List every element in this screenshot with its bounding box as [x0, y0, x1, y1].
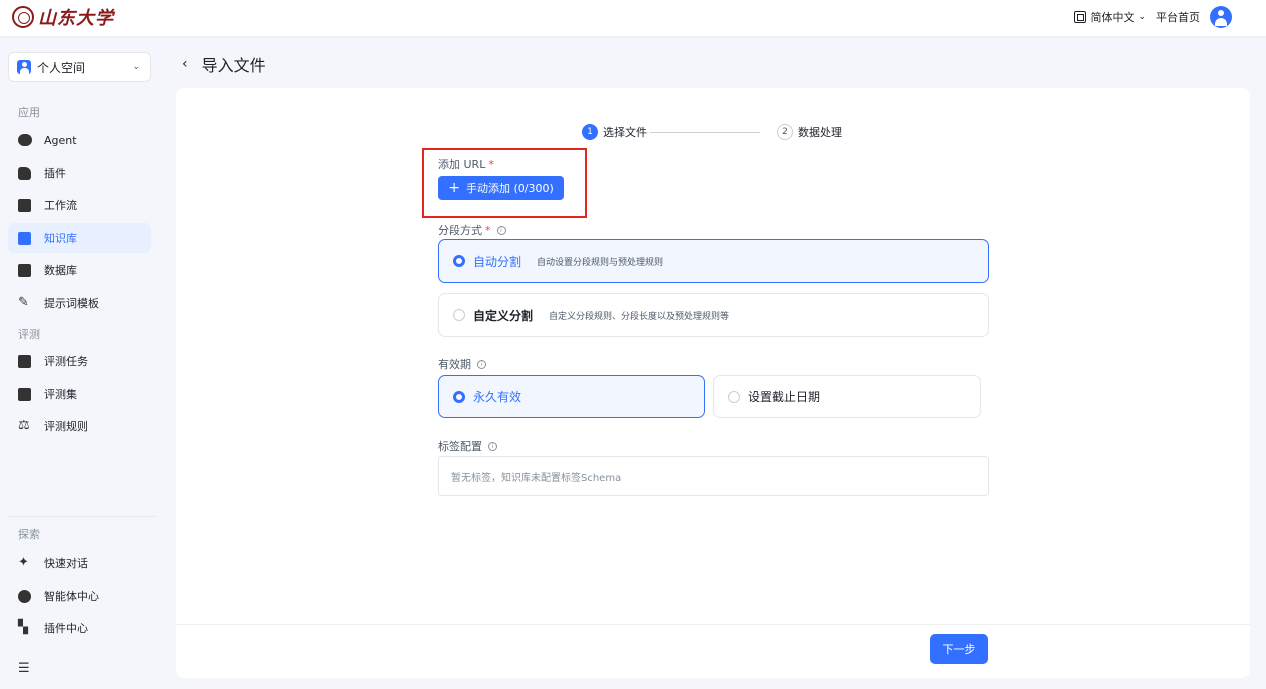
- tag-placeholder: 暂无标签，知识库未配置标签Schema: [451, 472, 622, 484]
- info-icon[interactable]: i: [488, 441, 497, 451]
- top-header: 山东大学 简体中文 ⌄ 平台首页: [0, 0, 1266, 36]
- workflow-icon: [18, 198, 32, 212]
- plugin-hub-icon: ▚: [18, 620, 28, 635]
- step-label: 数据处理: [798, 126, 842, 139]
- sidebar-item-label: Agent: [44, 133, 77, 147]
- tag-config-field: 暂无标签，知识库未配置标签Schema: [438, 456, 989, 496]
- space-selector[interactable]: 个人空间 ⌄: [8, 52, 151, 82]
- sidebar-item-eval-rules[interactable]: ⚖ 评测规则: [8, 411, 151, 441]
- sidebar-divider: [8, 516, 155, 517]
- puzzle-icon: [18, 166, 32, 180]
- option-title: 自动分割: [473, 254, 522, 269]
- header-actions: 简体中文 ⌄ 平台首页: [1074, 6, 1232, 28]
- sidebar-item-eval-sets[interactable]: 评测集: [8, 379, 151, 409]
- sidebar-item-database[interactable]: 数据库: [8, 255, 151, 285]
- bookmark-icon: [18, 231, 32, 245]
- radio-selected-icon: [453, 390, 465, 403]
- sidebar-item-label: 评测规则: [44, 420, 88, 433]
- next-step-button[interactable]: 下一步: [930, 634, 988, 664]
- sidebar-item-plugin-hub[interactable]: ▚ 插件中心: [8, 613, 151, 643]
- task-icon: [18, 354, 32, 368]
- back-icon[interactable]: ‹: [182, 56, 188, 72]
- sidebar-item-plugins[interactable]: 插件: [8, 158, 151, 188]
- radio-unselected-icon: [453, 309, 465, 321]
- sidebar-item-prompt-templates[interactable]: ✎ 提示词模板: [8, 288, 151, 318]
- validity-label: 有效期 i: [438, 356, 486, 372]
- tag-config-label: 标签配置 i: [438, 438, 497, 454]
- section-title-explore: 探索: [18, 528, 40, 541]
- sidebar-item-label: 评测任务: [44, 355, 88, 368]
- chevron-down-icon: ⌄: [1138, 12, 1146, 22]
- sidebar-item-label: 插件中心: [44, 622, 88, 635]
- step-connector: [650, 132, 760, 133]
- radio-selected-icon: [453, 255, 465, 267]
- step-label: 选择文件: [603, 126, 647, 139]
- language-label: 简体中文: [1090, 11, 1135, 24]
- validity-option-deadline[interactable]: 设置截止日期: [713, 375, 981, 418]
- info-icon[interactable]: i: [477, 359, 486, 369]
- step-number: 1: [582, 124, 598, 140]
- space-label: 个人空间: [37, 60, 86, 75]
- sidebar-item-label: 知识库: [44, 232, 77, 245]
- import-form-card: 1 选择文件 2 数据处理 添加 URL * + 手动添加 (0/300) 分段方…: [176, 88, 1250, 678]
- language-selector[interactable]: 简体中文 ⌄: [1074, 9, 1146, 25]
- page-header: ‹ 导入文件: [182, 52, 266, 76]
- seal-icon: [12, 6, 34, 28]
- sidebar-item-eval-tasks[interactable]: 评测任务: [8, 346, 151, 376]
- language-icon: [1074, 11, 1087, 23]
- option-title: 自定义分割: [473, 308, 534, 323]
- segment-label: 分段方式 * i: [438, 222, 506, 238]
- robot-icon: [18, 133, 32, 147]
- scale-icon: ⚖: [18, 418, 30, 433]
- sidebar-item-agent-hub[interactable]: 智能体中心: [8, 581, 151, 611]
- collapse-sidebar-button[interactable]: ☰: [8, 654, 151, 684]
- footer-divider: [176, 624, 1250, 625]
- sidebar-item-label: 提示词模板: [44, 297, 99, 310]
- required-mark: *: [485, 223, 491, 237]
- dataset-icon: [18, 387, 32, 401]
- segment-option-custom[interactable]: 自定义分割 自定义分段规则、分段长度以及预处理规则等: [438, 293, 989, 337]
- sidebar-item-label: 数据库: [44, 264, 77, 277]
- radio-unselected-icon: [728, 390, 740, 403]
- option-title: 永久有效: [473, 390, 522, 404]
- magic-wand-icon: ✎: [18, 295, 29, 310]
- space-avatar-icon: [17, 60, 31, 74]
- sidebar-item-label: 智能体中心: [44, 590, 99, 603]
- sidebar: 个人空间 ⌄ 应用 Agent 插件 工作流 知识库 数据库 ✎ 提示词模板 评…: [0, 36, 160, 689]
- page-title: 导入文件: [201, 56, 266, 75]
- info-icon[interactable]: i: [496, 225, 506, 235]
- option-description: 自动设置分段规则与预处理规则: [537, 257, 664, 268]
- section-title-apps: 应用: [18, 106, 40, 119]
- logo-text: 山东大学: [38, 8, 114, 29]
- user-avatar[interactable]: [1210, 6, 1232, 28]
- highlight-box: [422, 148, 587, 218]
- sparkle-icon: ✦: [18, 555, 29, 570]
- segment-option-auto[interactable]: 自动分割 自动设置分段规则与预处理规则: [438, 239, 989, 283]
- agent-hub-icon: [18, 589, 32, 603]
- sidebar-item-workflow[interactable]: 工作流: [8, 190, 151, 220]
- home-link[interactable]: 平台首页: [1156, 9, 1200, 25]
- step-1: 1 选择文件: [582, 124, 647, 140]
- collapse-menu-icon: ☰: [18, 661, 30, 676]
- sidebar-item-label: 插件: [44, 167, 66, 180]
- section-title-eval: 评测: [18, 328, 40, 341]
- validity-option-permanent[interactable]: 永久有效: [438, 375, 705, 418]
- step-2: 2 数据处理: [777, 124, 842, 140]
- sidebar-item-agent[interactable]: Agent: [8, 125, 151, 155]
- database-icon: [18, 263, 32, 277]
- sidebar-item-label: 工作流: [44, 199, 77, 212]
- option-description: 自定义分段规则、分段长度以及预处理规则等: [549, 311, 730, 322]
- step-number: 2: [777, 124, 793, 140]
- university-logo[interactable]: 山东大学: [12, 4, 114, 30]
- sidebar-item-knowledge-base[interactable]: 知识库: [8, 223, 151, 253]
- segment-label-text: 分段方式: [438, 224, 482, 237]
- option-title: 设置截止日期: [748, 390, 821, 404]
- sidebar-item-label: 快速对话: [44, 557, 88, 570]
- validity-label-text: 有效期: [438, 358, 471, 371]
- chevron-down-icon: ⌄: [132, 62, 140, 72]
- sidebar-item-quick-chat[interactable]: ✦ 快速对话: [8, 548, 151, 578]
- tag-config-label-text: 标签配置: [438, 440, 482, 453]
- sidebar-item-label: 评测集: [44, 388, 77, 401]
